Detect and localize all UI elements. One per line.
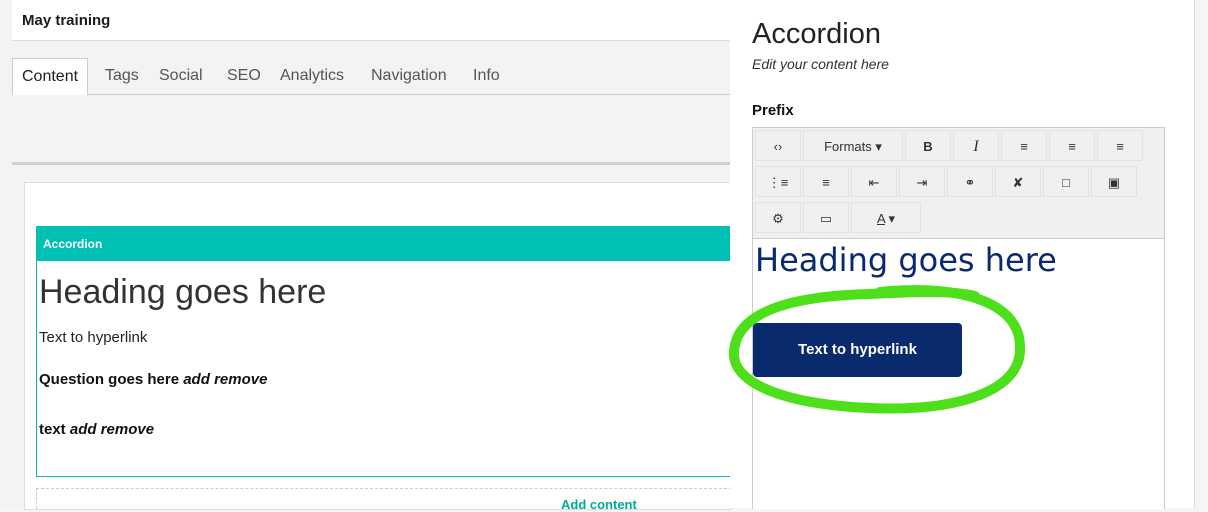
italic-button[interactable]: I bbox=[953, 130, 999, 161]
macro-icon[interactable]: ⚙ bbox=[755, 202, 801, 233]
add-content-area[interactable]: Add content bbox=[36, 488, 732, 512]
panel-subtitle: Edit your content here bbox=[752, 56, 889, 72]
text-color-label: A bbox=[876, 211, 885, 226]
editor-toolbar: ‹› Formats ▾ B I ≡ ≡ ≡ ⋮≡ ≡ ⇤ ⇥ ⚭ ✘ □ ▣ … bbox=[753, 128, 1164, 239]
align-left-icon[interactable]: ≡ bbox=[1001, 130, 1047, 161]
tab-navigation[interactable]: Navigation bbox=[371, 58, 447, 93]
tab-social[interactable]: Social bbox=[159, 58, 203, 93]
accordion-header[interactable]: Accordion bbox=[37, 227, 731, 261]
accordion-question: Question goes here add remove bbox=[39, 371, 267, 388]
page-name-bar[interactable]: May training bbox=[12, 0, 730, 41]
formats-dropdown[interactable]: Formats ▾ bbox=[803, 130, 903, 161]
unlink-icon[interactable]: ✘ bbox=[995, 166, 1041, 197]
bold-button[interactable]: B bbox=[905, 130, 951, 161]
question-text: Question goes here bbox=[39, 371, 180, 388]
text-color-dropdown[interactable]: A ▾ bbox=[851, 202, 921, 233]
panel-scrollbar[interactable] bbox=[1194, 0, 1208, 508]
text-add-link[interactable]: add bbox=[70, 421, 97, 438]
indent-icon[interactable]: ⇥ bbox=[899, 166, 945, 197]
add-content-button[interactable]: Add content bbox=[561, 497, 637, 512]
accordion-heading: Heading goes here bbox=[39, 273, 327, 311]
content-editor-area: May training Content Tags Social SEO Ana… bbox=[0, 0, 732, 512]
question-remove-link[interactable]: remove bbox=[214, 371, 267, 388]
editor-heading[interactable]: Heading goes here bbox=[755, 241, 1057, 279]
numbered-list-icon[interactable]: ≡ bbox=[803, 166, 849, 197]
edit-panel: Accordion Edit your content here Prefix … bbox=[730, 0, 1208, 509]
page-name[interactable]: May training bbox=[22, 12, 110, 29]
bullet-list-icon[interactable]: ⋮≡ bbox=[755, 166, 801, 197]
outdent-icon[interactable]: ⇤ bbox=[851, 166, 897, 197]
formats-label: Formats bbox=[824, 139, 872, 154]
image-icon[interactable]: ▣ bbox=[1091, 166, 1137, 197]
accordion-block[interactable]: Accordion Heading goes here Text to hype… bbox=[36, 226, 731, 477]
text-remove-link[interactable]: remove bbox=[101, 421, 154, 438]
code-icon[interactable]: ‹› bbox=[755, 130, 801, 161]
tab-bar: Content Tags Social SEO Analytics Naviga… bbox=[12, 58, 730, 96]
tab-info[interactable]: Info bbox=[473, 58, 500, 93]
accordion-link-text: Text to hyperlink bbox=[39, 329, 148, 346]
align-center-icon[interactable]: ≡ bbox=[1049, 130, 1095, 161]
tab-seo[interactable]: SEO bbox=[227, 58, 261, 93]
anchor-icon[interactable]: □ bbox=[1043, 166, 1089, 197]
embed-icon[interactable]: ▭ bbox=[803, 202, 849, 233]
accordion-text-row: text add remove bbox=[39, 421, 154, 438]
tab-content[interactable]: Content bbox=[12, 58, 89, 96]
question-add-link[interactable]: add bbox=[183, 371, 210, 388]
align-right-icon[interactable]: ≡ bbox=[1097, 130, 1143, 161]
divider bbox=[12, 162, 730, 165]
prefix-label: Prefix bbox=[752, 102, 794, 119]
link-icon[interactable]: ⚭ bbox=[947, 166, 993, 197]
text-label: text bbox=[39, 421, 66, 438]
green-highlight-circle bbox=[729, 285, 1026, 414]
tab-tags[interactable]: Tags bbox=[105, 58, 139, 93]
tab-analytics[interactable]: Analytics bbox=[280, 58, 344, 93]
panel-title: Accordion bbox=[752, 18, 881, 50]
